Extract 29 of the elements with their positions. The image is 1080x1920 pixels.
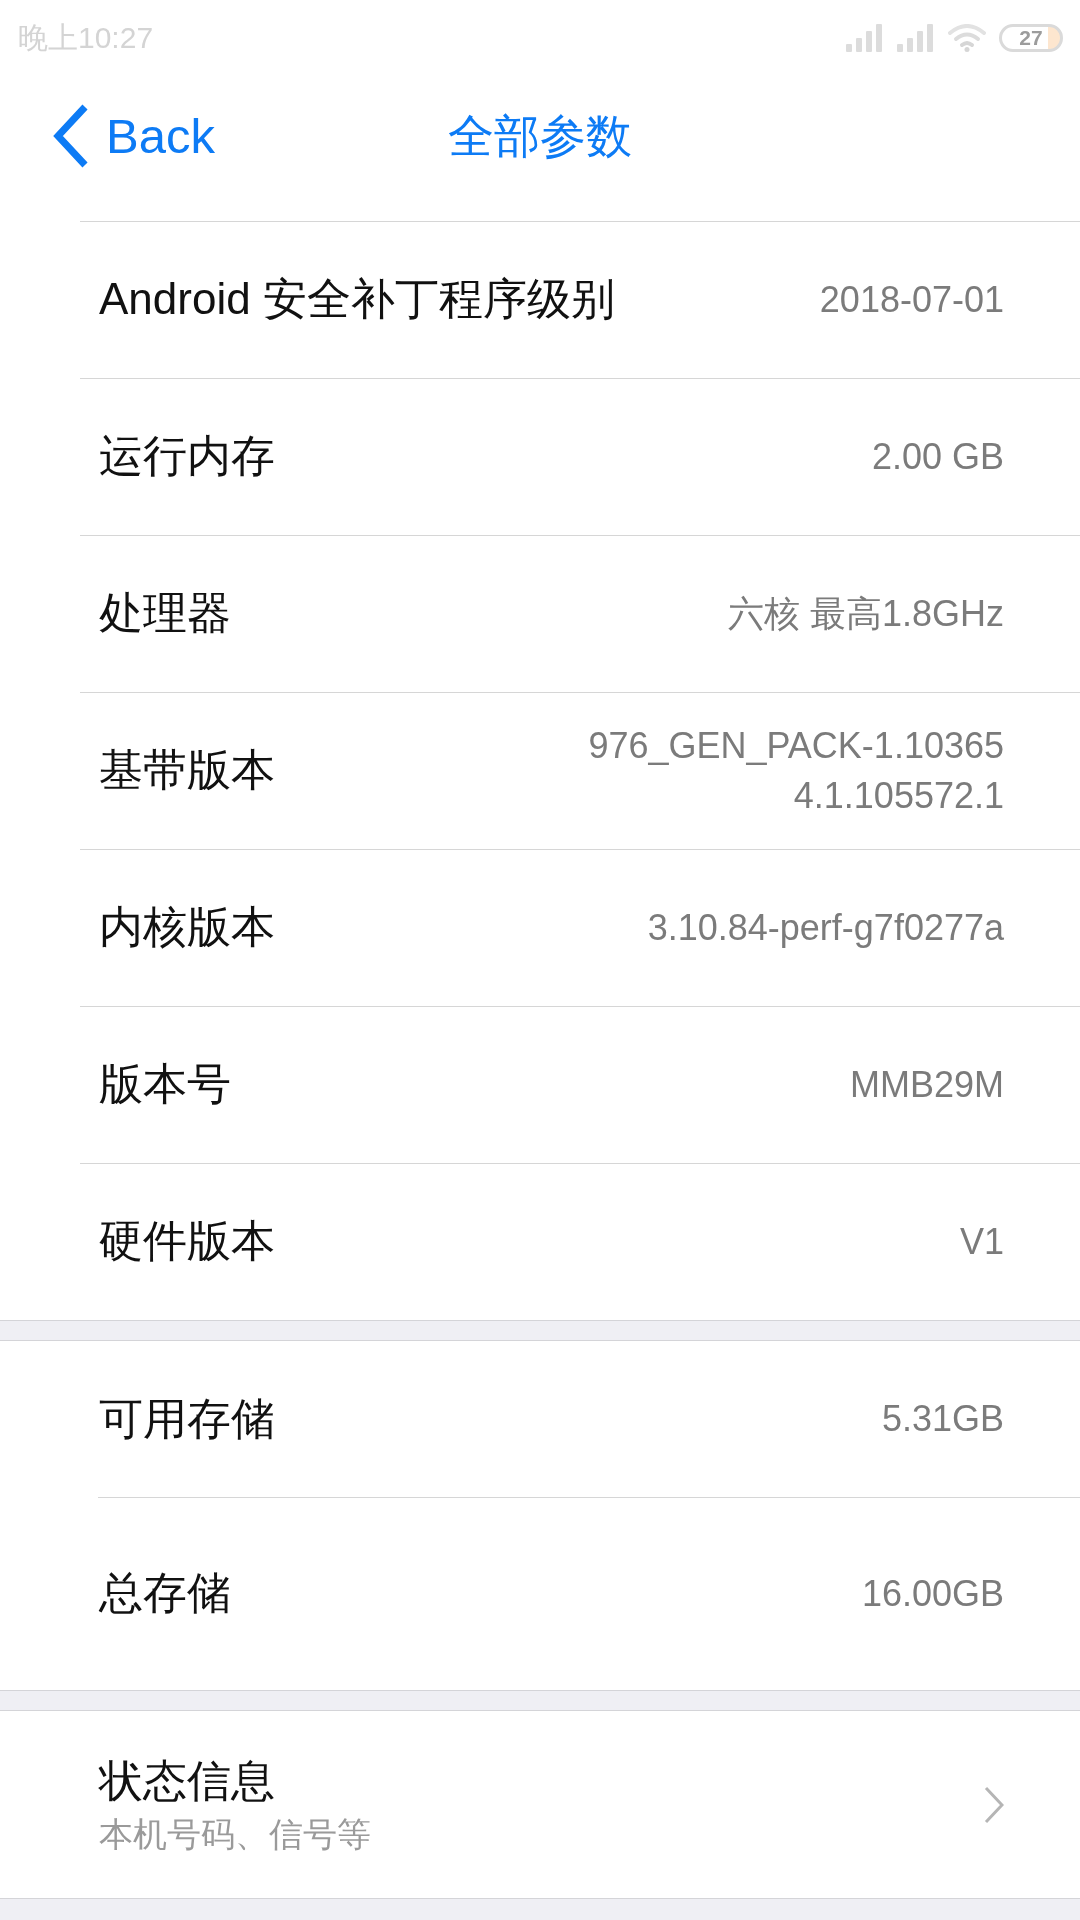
row-value: 16.00GB (861, 1571, 1004, 1616)
row-label: 基带版本 (99, 744, 275, 797)
list-item[interactable]: 状态信息 本机号码、信号等 (0, 1711, 1080, 1898)
chevron-left-icon (52, 104, 90, 168)
row-label: 可用存储 (99, 1392, 275, 1445)
signal-icon (846, 23, 884, 52)
row-label: 版本号 (99, 1058, 231, 1111)
row-value: V1 (959, 1219, 1004, 1264)
row-value: 六核 最高1.8GHz (727, 591, 1004, 636)
row-value: 3.10.84-perf-g7f0277a (647, 905, 1004, 950)
row-label: 总存储 (99, 1567, 231, 1620)
row-value: 2018-07-01 (819, 277, 1004, 322)
row-label: 运行内存 (99, 430, 275, 483)
row-label: Android 安全补丁程序级别 (99, 273, 615, 326)
signal-icon (897, 23, 935, 52)
battery-indicator: 27 (999, 23, 1063, 52)
row-value: 2.00 GB (871, 434, 1004, 479)
row-value: 976_GEN_PACK-1.10365 4.1.105572.1 (588, 723, 1004, 818)
wifi-icon (948, 23, 986, 52)
row-value: 5.31GB (881, 1397, 1004, 1441)
back-button[interactable]: Back (52, 104, 215, 168)
row-label: 处理器 (99, 587, 231, 640)
row-subtitle: 本机号码、信号等 (99, 1813, 371, 1855)
row-label: 状态信息 (99, 1754, 276, 1807)
chevron-right-icon (984, 1785, 1004, 1824)
row-label: 内核版本 (99, 901, 275, 954)
row-label: 硬件版本 (99, 1215, 275, 1268)
row-value: MMB29M (849, 1062, 1004, 1107)
page-title: 全部参数 (448, 113, 632, 159)
